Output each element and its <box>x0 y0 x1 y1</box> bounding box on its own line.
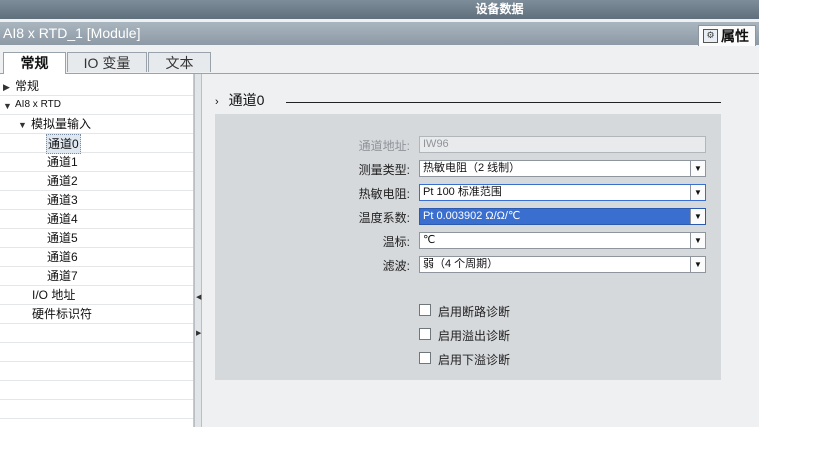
nav-empty-row <box>0 324 193 343</box>
checkbox-box[interactable] <box>419 352 431 364</box>
properties-icon: ⚙ <box>703 29 718 43</box>
channel-settings-panel: 通道地址: IW96 测量类型: 热敏电阻（2 线制） ▼ 热敏电阻: Pt 1… <box>215 114 721 380</box>
wire-break-diagnostic-label: 启用断路诊断 <box>438 305 511 319</box>
chevron-down-icon[interactable]: ▼ <box>18 116 27 134</box>
module-header-bar: AI8 x RTD_1 [Module] ⚙ 属性 <box>0 22 759 46</box>
nav-item-analog-input[interactable]: ▼ 模拟量输入 <box>0 115 193 134</box>
nav-item-general[interactable]: ▶ 常规 <box>0 77 193 96</box>
nav-empty-row <box>0 381 193 400</box>
nav-empty-row <box>0 343 193 362</box>
temp-scale-select[interactable]: ℃ ▼ <box>419 232 706 249</box>
nav-item-channel-0[interactable]: 通道0 <box>0 134 193 154</box>
temp-coeff-select[interactable]: Pt 0.003902 Ω/Ω/℃ ▼ <box>419 208 706 225</box>
thermistor-select[interactable]: Pt 100 标准范围 ▼ <box>419 184 706 201</box>
nav-item-channel-5[interactable]: 通道5 <box>0 229 193 248</box>
nav-item-label: 模拟量输入 <box>31 117 92 131</box>
nav-item-io-address[interactable]: I/O 地址 <box>0 286 193 305</box>
dropdown-arrow-icon[interactable]: ▼ <box>690 257 705 272</box>
checkbox-box[interactable] <box>419 328 431 340</box>
collapse-left-icon[interactable]: ◀ <box>196 293 201 301</box>
temp-scale-value: ℃ <box>423 234 436 246</box>
chevron-right-icon[interactable]: › <box>215 96 219 108</box>
tab-texts[interactable]: 文本 <box>148 52 211 72</box>
nav-item-ai8-rtd[interactable]: ▼ AI8 x RTD <box>0 96 193 115</box>
expand-right-icon[interactable]: ▶ <box>196 329 201 337</box>
temp-coeff-value: Pt 0.003902 Ω/Ω/℃ <box>423 210 521 222</box>
nav-item-label: 通道1 <box>47 155 78 169</box>
pane-splitter[interactable]: ◀ ▶ <box>194 74 202 427</box>
nav-item-label: 通道5 <box>47 231 78 245</box>
nav-item-channel-2[interactable]: 通道2 <box>0 172 193 191</box>
section-heading: › 通道0 <box>215 90 264 110</box>
window-titlebar: 设备数据 <box>0 0 759 19</box>
measure-type-label: 测量类型: <box>358 163 410 177</box>
filter-label: 滤波: <box>382 259 410 273</box>
filter-select[interactable]: 弱（4 个周期） ▼ <box>419 256 706 273</box>
temp-scale-label: 温标: <box>382 235 410 249</box>
dropdown-arrow-icon[interactable]: ▼ <box>690 209 705 224</box>
tab-general[interactable]: 常规 <box>3 52 66 74</box>
overflow-diagnostic-label: 启用溢出诊断 <box>438 329 511 343</box>
nav-item-channel-4[interactable]: 通道4 <box>0 210 193 229</box>
tab-bar: 常规 IO 变量 文本 <box>0 52 759 74</box>
section-divider <box>286 102 721 103</box>
nav-item-label: 常规 <box>15 79 40 93</box>
thermistor-value: Pt 100 标准范围 <box>423 186 502 198</box>
measure-type-value: 热敏电阻（2 线制） <box>423 162 521 174</box>
dropdown-arrow-icon[interactable]: ▼ <box>690 185 705 200</box>
nav-item-label: 通道3 <box>47 193 78 207</box>
nav-item-channel-6[interactable]: 通道6 <box>0 248 193 267</box>
window-title: 设备数据 <box>475 2 524 16</box>
filter-value: 弱（4 个周期） <box>423 258 499 270</box>
nav-item-label: 硬件标识符 <box>32 307 93 321</box>
nav-item-label: AI8 x RTD <box>15 99 61 110</box>
measure-type-row: 测量类型: 热敏电阻（2 线制） ▼ <box>215 160 721 178</box>
dropdown-arrow-icon[interactable]: ▼ <box>690 161 705 176</box>
temp-scale-row: 温标: ℃ ▼ <box>215 232 721 250</box>
nav-empty-row <box>0 362 193 381</box>
section-title: 通道0 <box>228 92 265 108</box>
measure-type-select[interactable]: 热敏电阻（2 线制） ▼ <box>419 160 706 177</box>
nav-item-label: I/O 地址 <box>32 288 76 302</box>
properties-label: 属性 <box>721 28 749 44</box>
tab-io-tags[interactable]: IO 变量 <box>67 52 147 72</box>
underflow-diagnostic-label: 启用下溢诊断 <box>438 353 511 367</box>
nav-item-label: 通道4 <box>47 212 78 226</box>
checkbox-box[interactable] <box>419 304 431 316</box>
chevron-right-icon[interactable]: ▶ <box>3 78 10 96</box>
nav-empty-row <box>0 400 193 419</box>
temp-coeff-row: 温度系数: Pt 0.003902 Ω/Ω/℃ ▼ <box>215 208 721 226</box>
nav-tree: ▶ 常规 ▼ AI8 x RTD ▼ 模拟量输入 通道0 通道1 通道2 通道3… <box>0 74 194 427</box>
nav-item-channel-3[interactable]: 通道3 <box>0 191 193 210</box>
filter-row: 滤波: 弱（4 个周期） ▼ <box>215 256 721 274</box>
thermistor-label: 热敏电阻: <box>358 187 410 201</box>
nav-item-label: 通道7 <box>47 269 78 283</box>
nav-item-label: 通道6 <box>47 250 78 264</box>
device-data-window: 设备数据 AI8 x RTD_1 [Module] ⚙ 属性 常规 IO 变量 … <box>0 0 759 427</box>
module-title: AI8 x RTD_1 [Module] <box>3 25 141 41</box>
nav-item-label: 通道2 <box>47 174 78 188</box>
nav-item-channel-1[interactable]: 通道1 <box>0 153 193 172</box>
channel-address-row: 通道地址: IW96 <box>215 136 721 154</box>
nav-item-channel-7[interactable]: 通道7 <box>0 267 193 286</box>
nav-item-hardware-id[interactable]: 硬件标识符 <box>0 305 193 324</box>
chevron-down-icon[interactable]: ▼ <box>3 97 12 115</box>
properties-tab-button[interactable]: ⚙ 属性 <box>698 25 756 46</box>
temp-coeff-label: 温度系数: <box>358 211 410 225</box>
dropdown-arrow-icon[interactable]: ▼ <box>690 233 705 248</box>
thermistor-row: 热敏电阻: Pt 100 标准范围 ▼ <box>215 184 721 202</box>
settings-content: › 通道0 通道地址: IW96 测量类型: 热敏电阻（2 线制） ▼ 热敏电阻:… <box>203 74 759 427</box>
nav-item-label: 通道0 <box>46 134 81 154</box>
channel-address-label: 通道地址: <box>358 139 410 153</box>
channel-address-field: IW96 <box>419 136 706 153</box>
